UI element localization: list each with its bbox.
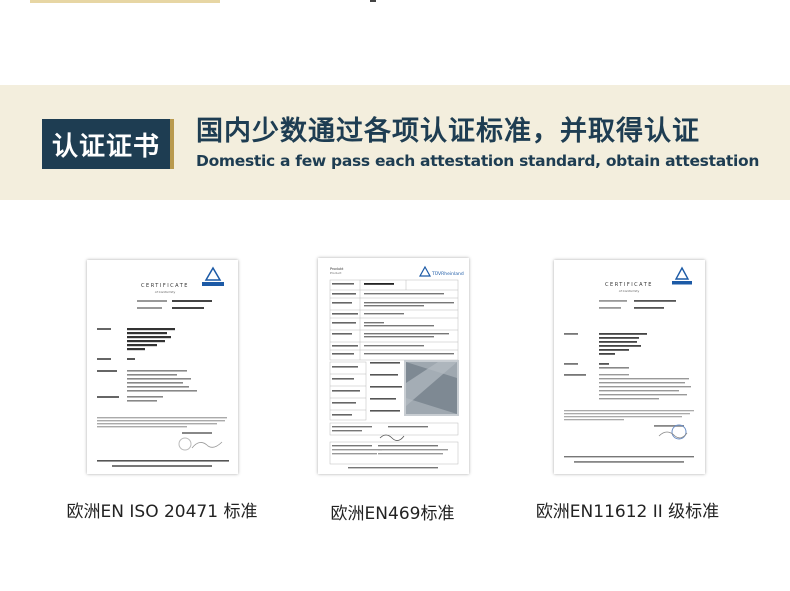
tuv-logo-icon (672, 266, 692, 285)
certificate-subheading: Product (330, 271, 342, 275)
certificate-caption: 欧洲EN ISO 20471 标准 (66, 502, 258, 522)
certificate-image-en-iso-20471: CERTIFICATE of Conformity (87, 260, 238, 474)
certificate-caption: 欧洲EN469标准 (330, 504, 455, 524)
certificate-image-en11612: CERTIFICATE of Conformity (554, 260, 705, 474)
section-badge: 认证证书 (42, 119, 174, 169)
tuv-logo-icon: TÜVRheinland (418, 265, 464, 277)
decorative-line (30, 0, 220, 3)
section-headline-en: Domestic a few pass each attestation sta… (196, 152, 760, 170)
certificate-image-en469: Produkt Product TÜVRheinland (318, 258, 469, 474)
certificate-heading: CERTIFICATE (605, 282, 653, 288)
fabric-sample-photo (404, 360, 459, 416)
certificate-subheading: of Conformity (619, 289, 640, 293)
certificate-subheading: of Conformity (155, 290, 176, 294)
top-strip (0, 0, 790, 85)
logo-text: TÜVRheinland (431, 270, 464, 277)
certificate-heading: CERTIFICATE (141, 283, 189, 289)
tuv-logo-icon (202, 266, 224, 286)
section-headline-cn: 国内少数通过各项认证标准，并取得认证 (196, 116, 700, 147)
decorative-mark (370, 0, 376, 2)
certificate-caption: 欧洲EN11612 II 级标准 (535, 502, 720, 522)
